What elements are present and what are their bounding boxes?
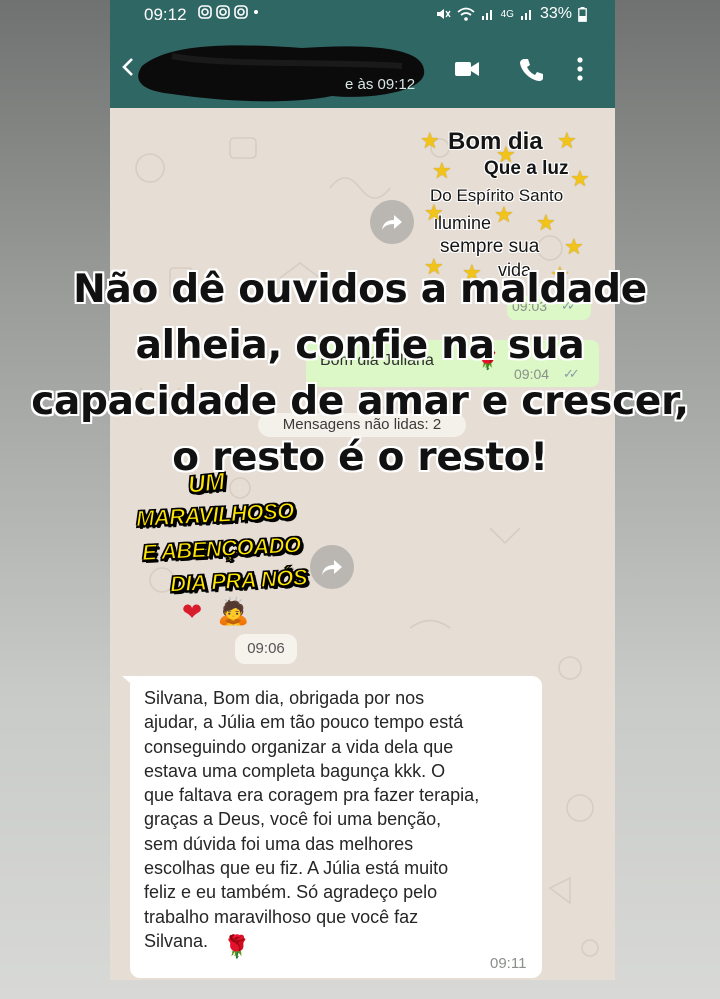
instagram-icon	[198, 4, 260, 23]
redacted-contact-name[interactable]	[132, 36, 432, 106]
network-type: 4G	[500, 8, 514, 20]
last-seen-text: e às 09:12	[345, 76, 416, 93]
heart-icon: ❤	[182, 599, 203, 626]
forward-button[interactable]	[310, 545, 354, 589]
star-icon: ★	[564, 234, 584, 259]
battery-icon	[578, 6, 587, 22]
star-icon: ★	[557, 128, 577, 153]
forward-icon	[382, 215, 402, 230]
overlay-quote-text: Não dê ouvidos a maldade alheia, confie …	[31, 267, 689, 480]
signal-icon	[520, 10, 531, 20]
video-call-icon[interactable]	[453, 56, 481, 82]
sticker-time-pill: 09:06	[235, 634, 297, 664]
star-icon: ★	[496, 142, 516, 167]
star-icon: ★	[432, 158, 452, 183]
mute-icon	[436, 9, 451, 19]
star-icon: ★	[420, 128, 440, 153]
battery-level: 33%	[539, 5, 572, 22]
star-icon: ★	[570, 166, 590, 191]
status-time: 09:12	[144, 5, 187, 24]
incoming-message-text: Silvana, Bom dia, obrigada por nos ajuda…	[144, 688, 480, 951]
sticker-line: E ABENÇOADO	[141, 531, 302, 566]
wifi-icon	[457, 7, 475, 21]
chat-header: e às 09:12	[110, 30, 615, 108]
sticker-line: MARAVILHOSO	[135, 497, 295, 532]
more-vert-icon[interactable]	[575, 56, 585, 82]
facepalm-icon: 🙇	[217, 596, 250, 626]
sticker-line: DIA PRA NÓS	[169, 564, 308, 597]
rose-icon: 🌹	[223, 934, 251, 959]
star-icon: ★	[424, 200, 444, 225]
status-bar: 09:12 4G 33%	[110, 0, 615, 30]
forward-icon	[322, 560, 342, 575]
star-icon: ★	[536, 210, 556, 235]
phone-call-icon[interactable]	[517, 56, 545, 82]
forward-button[interactable]	[370, 200, 414, 244]
phone-screen: 09:12 4G 33% e às 09:12 Bom dia Que a lu…	[110, 0, 615, 980]
message-time: 09:11	[490, 955, 527, 972]
status-right: 4G 33%	[435, 5, 587, 23]
sticker-line: sempre sua	[440, 236, 540, 257]
signal-icon	[481, 10, 492, 20]
star-icon: ★	[494, 202, 514, 227]
